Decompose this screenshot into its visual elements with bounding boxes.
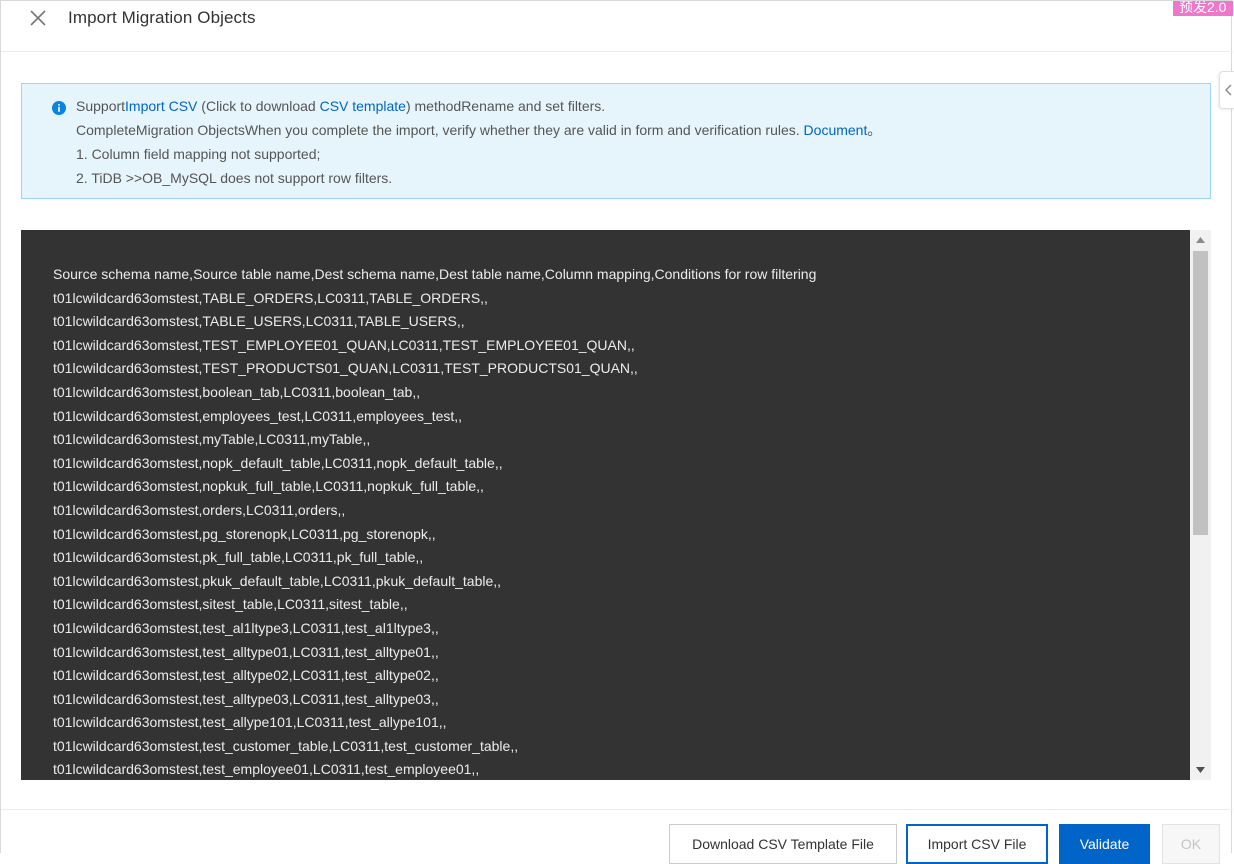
csv-line: t01lcwildcard63omstest,orders,LC0311,ord… bbox=[53, 501, 346, 518]
csv-line: t01lcwildcard63omstest,test_alltype03,LC… bbox=[53, 690, 439, 707]
arrow-down-icon[interactable] bbox=[1190, 760, 1211, 780]
notice-line-4: 2. TiDB >>OB_MySQL does not support row … bbox=[76, 170, 393, 186]
csv-line: t01lcwildcard63omstest,nopkuk_full_table… bbox=[53, 478, 484, 495]
collapse-panel-toggle[interactable] bbox=[1219, 71, 1234, 109]
notice-text: ) methodRename and set filters. bbox=[405, 98, 606, 114]
import-migration-objects-dialog: Import Migration Objects 预发2.0 SupportIm… bbox=[0, 0, 1234, 864]
document-link[interactable]: Document bbox=[804, 122, 868, 138]
import-csv-file-button[interactable]: Import CSV File bbox=[906, 824, 1048, 864]
csv-line: t01lcwildcard63omstest,test_al1ltype3,LC… bbox=[53, 619, 439, 636]
csv-line: t01lcwildcard63omstest,TABLE_ORDERS,LC03… bbox=[53, 289, 488, 306]
scrollbar-thumb[interactable] bbox=[1193, 251, 1208, 535]
csv-line: t01lcwildcard63omstest,test_customer_tab… bbox=[53, 737, 519, 754]
arrow-up-icon[interactable] bbox=[1190, 230, 1211, 250]
csv-line: t01lcwildcard63omstest,TEST_EMPLOYEE01_Q… bbox=[53, 336, 635, 353]
csv-line: t01lcwildcard63omstest,sitest_table,LC03… bbox=[53, 596, 408, 613]
import-notice: SupportImport CSV (Click to download CSV… bbox=[21, 83, 1211, 199]
dialog-title: Import Migration Objects bbox=[68, 8, 256, 27]
vertical-scrollbar[interactable] bbox=[1190, 230, 1211, 780]
dialog-footer: Download CSV Template File Import CSV Fi… bbox=[1, 809, 1233, 864]
download-csv-template-button[interactable]: Download CSV Template File bbox=[669, 824, 897, 864]
validate-button[interactable]: Validate bbox=[1059, 824, 1150, 864]
notice-text: Support bbox=[76, 98, 126, 114]
notice-line-3: 1. Column field mapping not supported; bbox=[76, 146, 321, 162]
csv-content-editor[interactable]: Source schema name,Source table name,Des… bbox=[21, 230, 1211, 780]
info-icon bbox=[52, 101, 66, 115]
close-icon[interactable] bbox=[29, 9, 47, 27]
csv-line: t01lcwildcard63omstest,employees_test,LC… bbox=[53, 407, 463, 424]
notice-text: (Click to download bbox=[197, 98, 320, 114]
csv-line: t01lcwildcard63omstest,boolean_tab,LC031… bbox=[53, 383, 421, 400]
notice-line-1: SupportImport CSV (Click to download CSV… bbox=[76, 97, 605, 115]
csv-line: t01lcwildcard63omstest,test_alltype01,LC… bbox=[53, 643, 439, 660]
notice-text: 。 bbox=[867, 122, 882, 138]
chevron-left-icon bbox=[1225, 84, 1232, 96]
csv-line: t01lcwildcard63omstest,TABLE_USERS,LC031… bbox=[53, 313, 465, 330]
csv-line: t01lcwildcard63omstest,pk_full_table,LC0… bbox=[53, 549, 424, 566]
csv-line: t01lcwildcard63omstest,test_alltype02,LC… bbox=[53, 667, 439, 684]
notice-line-2: CompleteMigration ObjectsWhen you comple… bbox=[76, 121, 881, 139]
csv-template-link[interactable]: CSV template bbox=[320, 98, 406, 114]
csv-line: t01lcwildcard63omstest,nopk_default_tabl… bbox=[53, 454, 503, 471]
csv-text: Source schema name,Source table name,Des… bbox=[53, 263, 816, 780]
csv-line: Source schema name,Source table name,Des… bbox=[53, 266, 817, 282]
dialog-header: Import Migration Objects bbox=[1, 1, 1233, 52]
environment-badge: 预发2.0 bbox=[1173, 1, 1233, 16]
csv-line: t01lcwildcard63omstest,test_allype101,LC… bbox=[53, 714, 447, 731]
ok-button[interactable]: OK bbox=[1162, 824, 1220, 864]
csv-line: t01lcwildcard63omstest,test_employee01,L… bbox=[53, 761, 480, 778]
notice-text: CompleteMigration ObjectsWhen you comple… bbox=[76, 122, 804, 138]
csv-line: t01lcwildcard63omstest,pkuk_default_tabl… bbox=[53, 572, 502, 589]
csv-line: t01lcwildcard63omstest,TEST_PRODUCTS01_Q… bbox=[53, 360, 638, 377]
import-csv-link[interactable]: Import CSV bbox=[125, 98, 197, 114]
csv-line: t01lcwildcard63omstest,pg_storenopk,LC03… bbox=[53, 525, 436, 542]
csv-line: t01lcwildcard63omstest,myTable,LC0311,my… bbox=[53, 431, 371, 448]
